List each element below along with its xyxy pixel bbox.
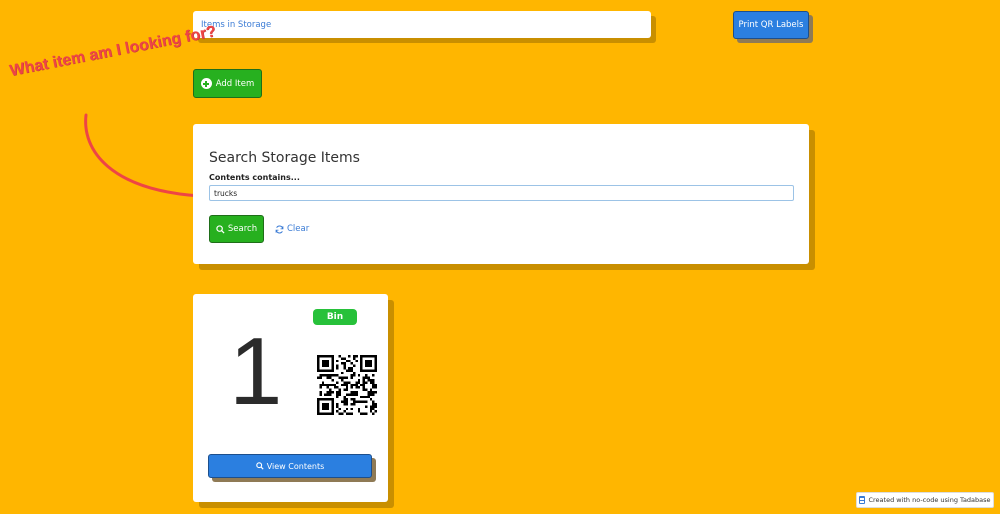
breadcrumb: Items in Storage bbox=[193, 11, 651, 38]
clear-button-label: Clear bbox=[287, 224, 310, 234]
search-panel: Search Storage Items Contents contains..… bbox=[193, 124, 809, 264]
search-button[interactable]: Search bbox=[209, 215, 264, 243]
qr-code-icon bbox=[317, 355, 377, 415]
footer-text: Created with no-code using Tadabase bbox=[868, 496, 991, 504]
database-icon bbox=[859, 496, 866, 504]
contents-search-input[interactable] bbox=[209, 185, 794, 201]
view-contents-button[interactable]: View Contents bbox=[208, 454, 372, 478]
search-icon bbox=[216, 224, 225, 234]
search-button-label: Search bbox=[227, 224, 258, 234]
bin-badge: Bin bbox=[313, 309, 357, 325]
contents-field-label: Contents contains... bbox=[209, 173, 300, 182]
print-qr-labels-button[interactable]: Print QR Labels bbox=[733, 11, 809, 39]
clear-button[interactable]: Clear bbox=[275, 222, 309, 236]
page: Items in Storage Print QR Labels Add Ite… bbox=[0, 0, 1000, 514]
footer-badge[interactable]: Created with no-code using Tadabase bbox=[856, 492, 994, 508]
bin-number: 1 bbox=[229, 318, 283, 425]
view-contents-label: View Contents bbox=[266, 461, 325, 471]
search-icon bbox=[255, 462, 264, 470]
refresh-icon bbox=[275, 225, 284, 233]
search-title: Search Storage Items bbox=[209, 150, 360, 166]
bin-card: Bin 1 View Contents bbox=[193, 294, 388, 502]
